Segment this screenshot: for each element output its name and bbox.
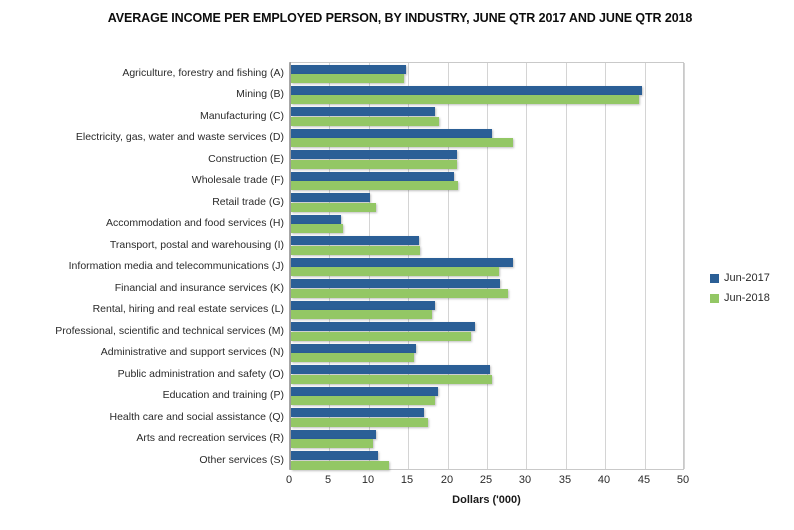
category-label: Mining (B)	[236, 88, 284, 101]
bar-jun-2017	[291, 365, 490, 375]
category-label: Health care and social assistance (Q)	[109, 410, 285, 423]
x-axis-tick-label: 35	[558, 474, 572, 486]
bar-jun-2017	[291, 193, 370, 203]
category-label: Education and training (P)	[162, 389, 284, 402]
bar-jun-2017	[291, 236, 419, 246]
category-label: Wholesale trade (F)	[191, 174, 284, 187]
bar-jun-2017	[291, 322, 475, 332]
bar-row: Other services (S)	[199, 450, 683, 471]
bar-row: Accommodation and food services (H)	[106, 213, 683, 234]
category-label: Rental, hiring and real estate services …	[92, 303, 284, 316]
bar-row: Mining (B)	[236, 84, 683, 105]
bar-jun-2018	[291, 417, 428, 427]
bar-jun-2017	[291, 343, 416, 353]
bar-jun-2018	[291, 95, 639, 105]
bar-jun-2017	[291, 107, 435, 117]
bar-jun-2017	[291, 408, 424, 418]
bar-jun-2017	[291, 85, 642, 95]
bar-row: Electricity, gas, water and waste servic…	[76, 127, 683, 148]
x-axis-tick-label: 15	[400, 474, 414, 486]
x-axis-tick-label: 10	[361, 474, 375, 486]
bar-jun-2017	[291, 257, 513, 267]
bar-jun-2018	[291, 138, 513, 148]
bar-jun-2018	[291, 374, 492, 384]
bar-jun-2018	[291, 116, 439, 126]
category-label: Information media and telecommunications…	[68, 260, 284, 273]
bar-row: Manufacturing (C)	[200, 106, 683, 127]
bar-row: Arts and recreation services (R)	[136, 428, 683, 449]
bar-row: Transport, postal and warehousing (I)	[110, 235, 683, 256]
bar-jun-2018	[291, 310, 432, 320]
bar-jun-2018	[291, 181, 458, 191]
category-label: Professional, scientific and technical s…	[55, 324, 284, 337]
bar-jun-2017	[291, 214, 341, 224]
legend-label: Jun-2018	[724, 292, 770, 304]
category-label: Electricity, gas, water and waste servic…	[75, 131, 284, 144]
x-axis-tick-label: 30	[518, 474, 532, 486]
legend-swatch-icon	[710, 273, 719, 283]
category-label: Financial and insurance services (K)	[114, 281, 284, 294]
category-label: Accommodation and food services (H)	[106, 217, 284, 230]
bar-jun-2018	[291, 353, 414, 363]
x-axis-title: Dollars ('000)	[452, 494, 521, 506]
bar-row: Health care and social assistance (Q)	[110, 407, 683, 428]
bar-jun-2018	[291, 224, 343, 234]
category-label: Retail trade (G)	[212, 195, 284, 208]
bar-row: Professional, scientific and technical s…	[55, 321, 683, 342]
category-label: Other services (S)	[199, 453, 284, 466]
bar-jun-2017	[291, 429, 376, 439]
bar-row: Information media and telecommunications…	[69, 256, 683, 277]
category-label: Administrative and support services (N)	[100, 346, 284, 359]
bar-row: Construction (E)	[208, 149, 683, 170]
bar-jun-2018	[291, 245, 420, 255]
chart-container: AVERAGE INCOME PER EMPLOYED PERSON, BY I…	[0, 0, 794, 530]
category-label: Arts and recreation services (R)	[136, 432, 284, 445]
bar-row: Wholesale trade (F)	[192, 170, 683, 191]
bar-row: Financial and insurance services (K)	[115, 278, 683, 299]
bar-jun-2018	[291, 396, 435, 406]
legend-label: Jun-2017	[724, 272, 770, 284]
x-axis-tick-label: 45	[637, 474, 651, 486]
bar-jun-2017	[291, 300, 435, 310]
bar-row: Public administration and safety (O)	[118, 364, 683, 385]
x-axis-tick-label: 40	[597, 474, 611, 486]
bar-row: Education and training (P)	[163, 385, 683, 406]
category-label: Public administration and safety (O)	[117, 367, 284, 380]
gridline	[684, 63, 685, 469]
x-axis-tick-label: 20	[440, 474, 454, 486]
x-axis-tick-label: 50	[676, 474, 690, 486]
chart-title: AVERAGE INCOME PER EMPLOYED PERSON, BY I…	[107, 11, 693, 25]
bar-jun-2017	[291, 150, 457, 160]
bar-jun-2018	[291, 439, 373, 449]
bar-jun-2018	[291, 159, 457, 169]
plot-area: Agriculture, forestry and fishing (A) Min…	[55, 62, 685, 471]
bar-row: Agriculture, forestry and fishing (A)	[122, 63, 683, 84]
bar-jun-2017	[291, 279, 500, 289]
category-label: Manufacturing (C)	[199, 109, 284, 122]
legend-item[interactable]: Jun-2017	[710, 268, 770, 288]
bar-jun-2018	[291, 267, 499, 277]
bar-jun-2017	[291, 386, 438, 396]
bar-jun-2017	[291, 451, 378, 461]
category-label: Transport, postal and warehousing (I)	[109, 238, 284, 251]
bar-jun-2018	[291, 288, 508, 298]
bar-row: Rental, hiring and real estate services …	[93, 299, 683, 320]
legend-swatch-icon	[710, 293, 719, 303]
bar-jun-2018	[291, 460, 389, 470]
bar-jun-2018	[291, 202, 376, 212]
x-axis-tick-label: 5	[324, 474, 332, 486]
bar-jun-2017	[291, 128, 492, 138]
bar-jun-2018	[291, 74, 404, 83]
chart-legend: Jun-2017 Jun-2018	[710, 268, 770, 308]
legend-item[interactable]: Jun-2018	[710, 288, 770, 308]
category-label: Construction (E)	[208, 152, 284, 165]
bar-jun-2017	[291, 64, 406, 74]
bar-jun-2018	[291, 331, 471, 341]
bar-jun-2017	[291, 171, 454, 181]
bar-row: Administrative and support services (N)	[101, 342, 683, 363]
x-axis-tick-label: 0	[285, 474, 293, 486]
bar-row: Retail trade (G)	[212, 192, 683, 213]
category-label: Agriculture, forestry and fishing (A)	[122, 67, 284, 79]
x-axis-tick-label: 25	[479, 474, 493, 486]
